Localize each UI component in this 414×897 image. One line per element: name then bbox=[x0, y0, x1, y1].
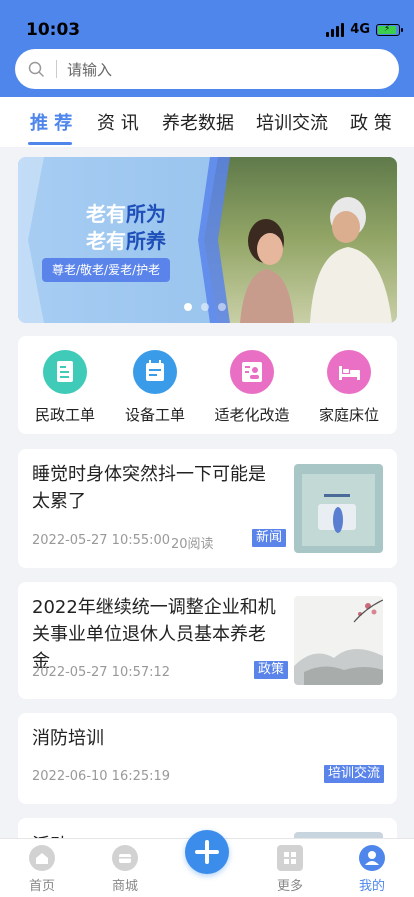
network-label: 4G bbox=[350, 22, 370, 37]
search-divider bbox=[56, 60, 57, 78]
article-card[interactable]: 2022年继续统一调整企业和机关事业单位退休人员基本养老金 2022-05-27… bbox=[18, 582, 397, 699]
calendar-icon bbox=[133, 350, 177, 394]
tab-recommend[interactable]: 推 荐 bbox=[30, 109, 72, 135]
carousel-dot[interactable] bbox=[218, 303, 226, 311]
article-read-count: 20阅读 bbox=[171, 537, 214, 552]
document-icon bbox=[43, 350, 87, 394]
article-title: 睡觉时身体突然抖一下可能是太累了 bbox=[32, 464, 266, 512]
article-date: 2022-06-10 16:25:19 bbox=[32, 769, 171, 784]
banner-carousel[interactable]: 老有所为 老有所养 尊老/敬老/爱老/护老 bbox=[18, 157, 397, 323]
shop-icon bbox=[112, 845, 138, 871]
header: 10:03 4G ⚡ 请输入 bbox=[0, 0, 414, 97]
quick-label: 适老化改造 bbox=[214, 406, 290, 424]
tab-elderly-data[interactable]: 养老数据 bbox=[162, 109, 234, 135]
article-thumbnail bbox=[294, 464, 383, 553]
add-button[interactable] bbox=[185, 830, 229, 874]
user-icon bbox=[359, 845, 385, 871]
status-time: 10:03 bbox=[26, 20, 81, 40]
status-bar-icons: 4G ⚡ bbox=[326, 22, 403, 37]
carousel-dot[interactable] bbox=[201, 303, 209, 311]
quick-equipment-order[interactable]: 设备工单 bbox=[110, 350, 200, 425]
search-input[interactable]: 请输入 bbox=[67, 59, 112, 80]
carousel-dot[interactable] bbox=[184, 303, 192, 311]
article-tag: 培训交流 bbox=[324, 765, 385, 783]
article-date: 2022-05-27 10:55:00 bbox=[32, 533, 171, 548]
quick-entry-panel: 民政工单 设备工单 适老化改造 家庭床位 bbox=[18, 336, 397, 434]
id-card-icon bbox=[230, 350, 274, 394]
article-card[interactable]: 消防培训 2022-06-10 16:25:19 培训交流 bbox=[18, 713, 397, 804]
nav-label: 商城 bbox=[111, 879, 138, 894]
category-tabs: 推 荐 资 讯 养老数据 培训交流 政 策 bbox=[0, 97, 414, 147]
bed-icon bbox=[327, 350, 371, 394]
carousel-indicator bbox=[184, 303, 226, 311]
grid-icon bbox=[277, 845, 303, 871]
signal-icon bbox=[326, 22, 345, 37]
quick-label: 家庭床位 bbox=[318, 406, 379, 424]
article-title: 消防培训 bbox=[32, 728, 104, 749]
banner-image bbox=[18, 157, 397, 323]
nav-label: 首页 bbox=[28, 879, 55, 894]
article-title: 2022年继续统一调整企业和机关事业单位退休人员基本养老金 bbox=[32, 597, 276, 672]
article-date: 2022-05-27 10:57:12 bbox=[32, 665, 171, 680]
nav-more[interactable]: 更多 bbox=[260, 845, 320, 894]
nav-shop[interactable]: 商城 bbox=[95, 845, 155, 894]
tab-policy[interactable]: 政 策 bbox=[350, 109, 392, 135]
nav-home[interactable]: 首页 bbox=[12, 845, 72, 894]
tab-training[interactable]: 培训交流 bbox=[256, 109, 328, 135]
nav-mine[interactable]: 我的 bbox=[342, 845, 402, 894]
quick-label: 民政工单 bbox=[34, 406, 95, 424]
quick-civil-affairs-order[interactable]: 民政工单 bbox=[20, 350, 110, 425]
nav-label: 我的 bbox=[358, 879, 385, 894]
article-card[interactable]: 睡觉时身体突然抖一下可能是太累了 2022-05-27 10:55:00 20阅… bbox=[18, 449, 397, 568]
home-icon bbox=[29, 845, 55, 871]
search-icon bbox=[28, 61, 44, 77]
article-tag: 新闻 bbox=[252, 529, 287, 547]
search-bar[interactable]: 请输入 bbox=[15, 49, 399, 89]
banner-headline-2: 老有所养 bbox=[86, 229, 166, 253]
article-thumbnail bbox=[294, 596, 383, 685]
quick-family-bed[interactable]: 家庭床位 bbox=[304, 350, 394, 425]
quick-aging-renovation[interactable]: 适老化改造 bbox=[207, 350, 297, 425]
active-tab-indicator bbox=[28, 142, 72, 145]
article-tag: 政策 bbox=[254, 661, 289, 679]
battery-icon: ⚡ bbox=[376, 23, 403, 36]
banner-headline-1: 老有所为 bbox=[86, 202, 166, 226]
banner-slogan-tag: 尊老/敬老/爱老/护老 bbox=[42, 258, 171, 282]
nav-label: 更多 bbox=[276, 879, 303, 894]
quick-label: 设备工单 bbox=[124, 406, 185, 424]
tab-news[interactable]: 资 讯 bbox=[97, 109, 139, 135]
